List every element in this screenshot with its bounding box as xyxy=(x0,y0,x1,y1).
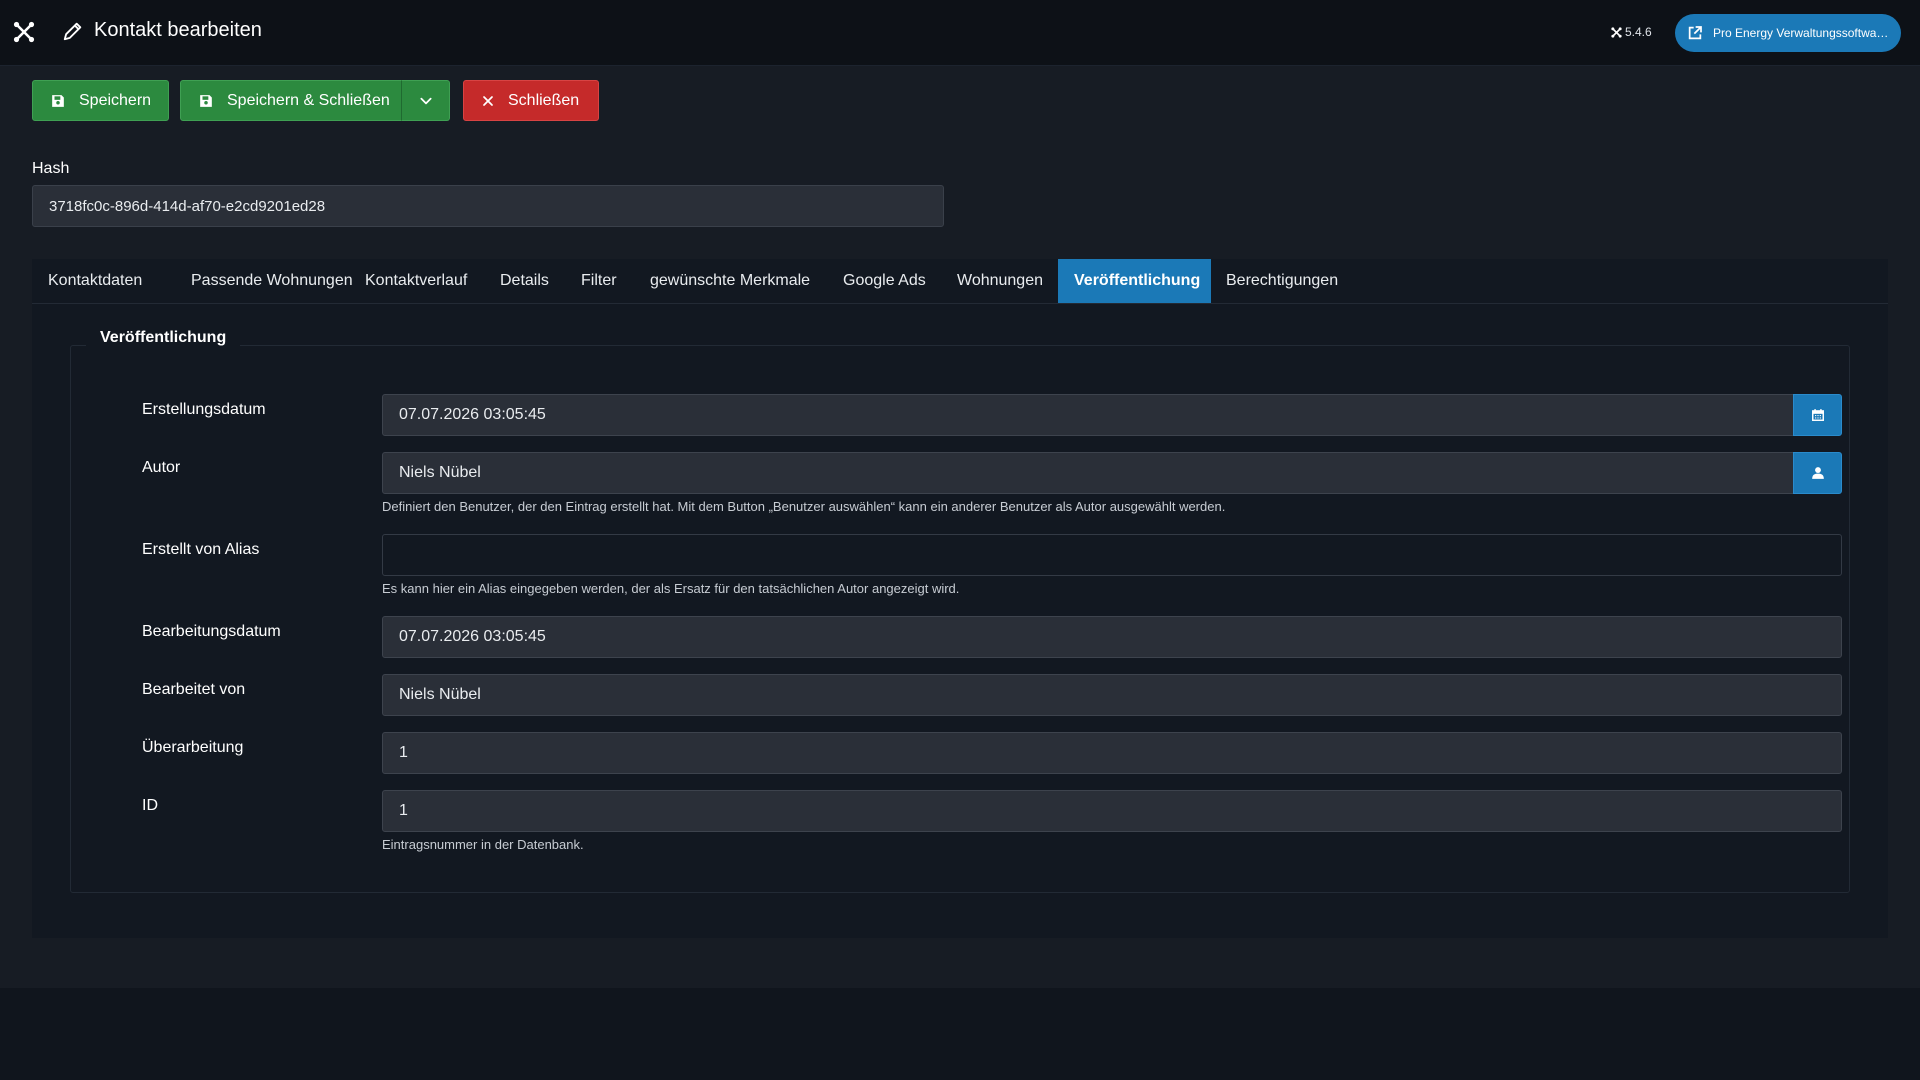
calendar-button[interactable] xyxy=(1793,394,1842,436)
tab-berechtigungen[interactable]: Berechtigungen xyxy=(1210,259,1354,303)
save-icon xyxy=(200,94,212,107)
pencil-icon xyxy=(63,22,82,40)
tab-wohnungen[interactable]: Wohnungen xyxy=(941,259,1059,303)
view-site-button[interactable]: Pro Energy Verwaltungssoftwa… xyxy=(1675,14,1901,52)
tab-kontaktverlauf[interactable]: Kontaktverlauf xyxy=(349,259,483,303)
admin-header: Kontakt bearbeiten 5.4.6 Pro Energy Verw… xyxy=(0,0,1920,66)
created-by-alias-input[interactable] xyxy=(382,534,1842,576)
id-label: ID xyxy=(142,797,158,814)
id-input[interactable]: 1 xyxy=(382,790,1842,832)
tab-filter[interactable]: Filter xyxy=(565,259,633,303)
save-close-button[interactable]: Speichern & Schließen xyxy=(180,80,402,121)
version-text: 5.4.6 xyxy=(1625,25,1652,39)
hash-label: Hash xyxy=(32,160,70,177)
external-link-icon xyxy=(1688,26,1702,40)
revision-label: Überarbeitung xyxy=(142,739,244,756)
save-icon xyxy=(52,94,64,107)
save-button[interactable]: Speichern xyxy=(32,80,169,121)
author-input[interactable]: Niels Nübel xyxy=(382,452,1794,494)
toolbar: Speichern Speichern & Schließen Schließe… xyxy=(0,66,1920,134)
modified-by-input[interactable]: Niels Nübel xyxy=(382,674,1842,716)
tab-gewuenschte-merkmale[interactable]: gewünschte Merkmale xyxy=(634,259,826,303)
close-icon xyxy=(483,95,493,106)
tab-panel-veroeffentlichung: Veröffentlichung Erstellungsdatum 07.07.… xyxy=(32,304,1888,938)
save-label: Speichern xyxy=(79,91,152,109)
select-user-button[interactable] xyxy=(1793,452,1842,494)
close-button[interactable]: Schließen xyxy=(463,80,599,121)
version-badge: 5.4.6 xyxy=(1611,25,1652,39)
tab-veroeffentlichung[interactable]: Veröffentlichung xyxy=(1058,259,1211,303)
hash-input[interactable]: 3718fc0c-896d-414d-af70-e2cd9201ed28 xyxy=(32,185,944,227)
modified-date-input[interactable]: 07.07.2026 03:05:45 xyxy=(382,616,1842,658)
tab-google-ads[interactable]: Google Ads xyxy=(827,259,942,303)
main-area: Hash 3718fc0c-896d-414d-af70-e2cd9201ed2… xyxy=(0,134,1920,988)
page-title-wrap: Kontakt bearbeiten xyxy=(62,19,262,42)
save-close-label: Speichern & Schließen xyxy=(227,91,390,109)
close-label: Schließen xyxy=(508,91,580,109)
created-date-label: Erstellungsdatum xyxy=(142,401,266,418)
joomla-small-icon xyxy=(1611,26,1622,38)
tab-kontaktdaten[interactable]: Kontaktdaten xyxy=(32,259,158,303)
joomla-logo-icon[interactable] xyxy=(12,20,36,44)
tab-bar: Kontaktdaten Passende Wohnungen Kontaktv… xyxy=(32,259,1888,304)
created-date-input[interactable]: 07.07.2026 03:05:45 xyxy=(382,394,1794,436)
user-icon xyxy=(1811,467,1824,479)
revision-input[interactable]: 1 xyxy=(382,732,1842,774)
chevron-down-icon xyxy=(419,97,432,104)
alias-help-text: Es kann hier ein Alias eingegeben werden… xyxy=(382,581,960,596)
modified-date-label: Bearbeitungsdatum xyxy=(142,623,281,640)
view-site-label: Pro Energy Verwaltungssoftwa… xyxy=(1713,26,1889,40)
author-help-text: Definiert den Benutzer, der den Eintrag … xyxy=(382,499,1226,514)
tab-passende-wohnungen[interactable]: Passende Wohnungen xyxy=(175,259,369,303)
author-label: Autor xyxy=(142,459,181,476)
modified-by-label: Bearbeitet von xyxy=(142,681,246,698)
tab-details[interactable]: Details xyxy=(484,259,565,303)
calendar-icon xyxy=(1811,409,1824,421)
id-help-text: Eintragsnummer in der Datenbank. xyxy=(382,837,584,852)
created-by-alias-label: Erstellt von Alias xyxy=(142,541,260,558)
fieldset-legend: Veröffentlichung xyxy=(86,329,241,347)
save-options-dropdown[interactable] xyxy=(401,80,450,121)
page-title: Kontakt bearbeiten xyxy=(94,19,262,41)
